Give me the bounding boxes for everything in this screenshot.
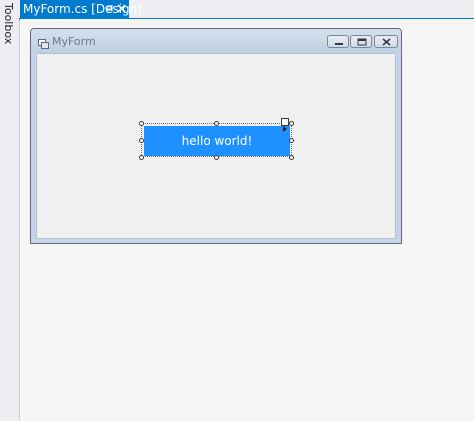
close-icon[interactable] <box>117 3 127 15</box>
close-window-icon <box>382 38 391 46</box>
toolbox-label[interactable]: Toolbox <box>2 3 15 44</box>
form-titlebar[interactable]: MyForm <box>31 29 401 53</box>
pin-icon[interactable] <box>105 3 115 15</box>
resize-handle-top[interactable] <box>214 121 219 126</box>
hello-world-button[interactable]: hello world! <box>144 126 290 156</box>
resize-handle-bottom-left[interactable] <box>139 155 144 160</box>
resize-handle-left[interactable] <box>139 138 144 143</box>
maximize-icon <box>357 38 367 46</box>
resize-handle-top-right[interactable] <box>289 121 294 126</box>
toolbox-strip[interactable]: Toolbox <box>0 0 20 421</box>
smart-tag-arrow-icon[interactable] <box>281 118 289 132</box>
resize-handle-right[interactable] <box>289 138 294 143</box>
tab-myform-design[interactable]: MyForm.cs [Design] <box>20 0 142 18</box>
close-button[interactable] <box>374 35 398 48</box>
maximize-button[interactable] <box>350 35 372 48</box>
hello-world-button-label: hello world! <box>181 134 253 148</box>
minimize-icon <box>335 43 343 45</box>
minimize-button[interactable] <box>327 35 349 48</box>
resize-handle-bottom-right[interactable] <box>289 155 294 160</box>
form-icon <box>38 36 49 49</box>
resize-handle-top-left[interactable] <box>139 121 144 126</box>
form-title: MyForm <box>52 35 96 48</box>
resize-handle-bottom[interactable] <box>214 155 219 160</box>
